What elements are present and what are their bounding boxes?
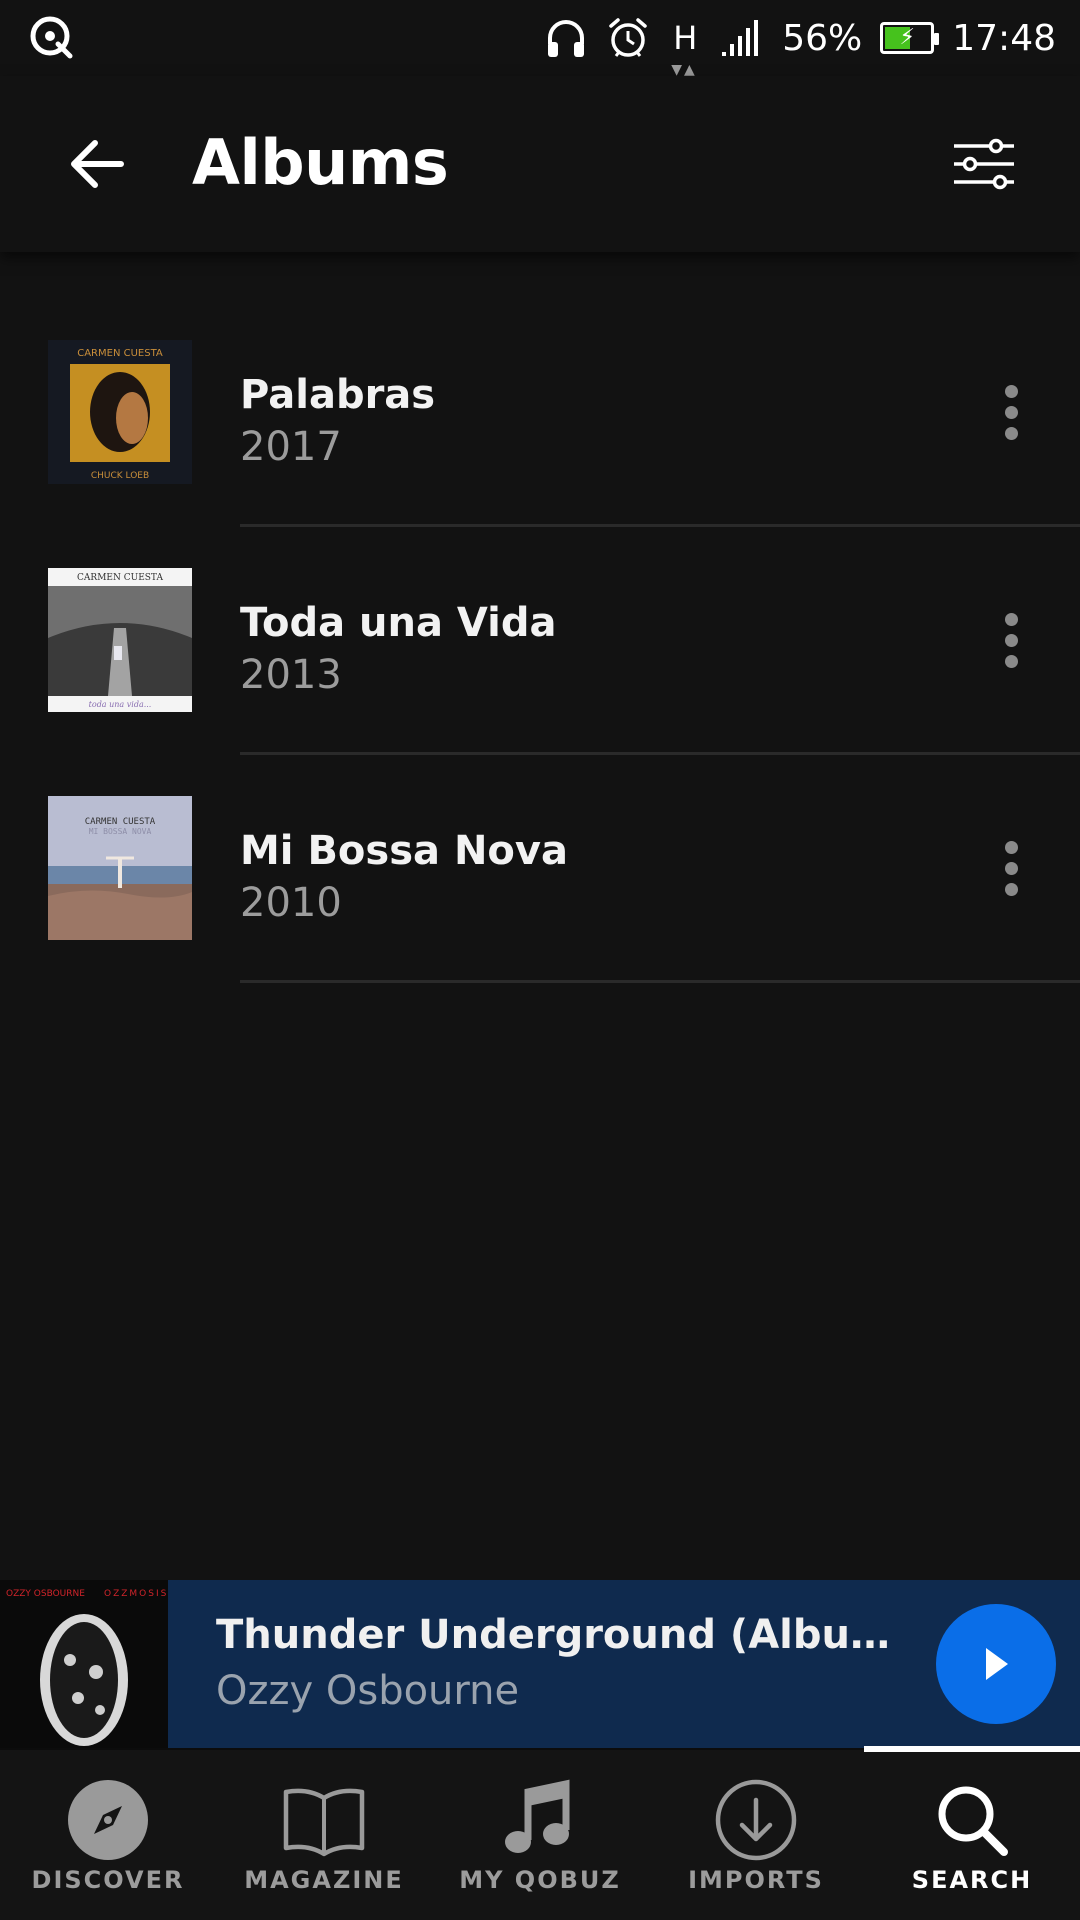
play-button[interactable] xyxy=(936,1604,1056,1724)
network-h-icon: H ▼▲ xyxy=(671,19,698,78)
nav-label: SEARCH xyxy=(911,1866,1033,1894)
compass-icon xyxy=(66,1778,150,1862)
download-circle-icon xyxy=(714,1778,798,1862)
album-title: Mi Bossa Nova xyxy=(240,828,568,874)
app-bar: Albums xyxy=(0,76,1080,252)
play-icon xyxy=(986,1648,1008,1680)
nav-search[interactable]: SEARCH xyxy=(864,1746,1080,1920)
now-playing-title: Thunder Underground (Album Versi… xyxy=(216,1612,916,1658)
nav-magazine[interactable]: MAGAZINE xyxy=(216,1750,432,1920)
nav-label: IMPORTS xyxy=(688,1866,824,1894)
music-note-icon xyxy=(498,1778,582,1862)
album-title: Palabras xyxy=(240,372,436,418)
filter-sliders-icon xyxy=(954,138,1014,190)
album-item[interactable]: CARMEN CUESTA MI BOSSA NOVA Mi Bossa Nov… xyxy=(0,796,1080,1024)
svg-text:OZZMOSIS: OZZMOSIS xyxy=(104,1589,168,1599)
now-playing-artist: Ozzy Osbourne xyxy=(216,1668,520,1714)
now-playing-cover: OZZY OSBOURNE OZZMOSIS xyxy=(0,1580,168,1748)
alarm-icon xyxy=(606,13,650,63)
qobuz-app-icon xyxy=(24,10,80,66)
album-title: Toda una Vida xyxy=(240,600,557,646)
nav-my-qobuz[interactable]: MY QOBUZ xyxy=(432,1750,648,1920)
album-year: 2013 xyxy=(240,652,342,698)
open-book-icon xyxy=(282,1778,366,1862)
album-list: CARMEN CUESTA CHUCK LOEB Palabras 2017 C… xyxy=(0,340,1080,1024)
mini-player[interactable]: OZZY OSBOURNE OZZMOSIS Thunder Undergrou… xyxy=(0,1580,1080,1748)
divider xyxy=(240,524,1080,527)
album-cover: CARMEN CUESTA CHUCK LOEB xyxy=(48,340,192,484)
nav-label: MAGAZINE xyxy=(244,1866,404,1894)
divider xyxy=(240,980,1080,983)
status-bar: H ▼▲ 56% ⚡ 17:48 xyxy=(0,0,1080,78)
nav-label: MY QOBUZ xyxy=(459,1866,621,1894)
nav-imports[interactable]: IMPORTS xyxy=(648,1750,864,1920)
nav-discover[interactable]: DISCOVER xyxy=(0,1750,216,1920)
album-cover: CARMEN CUESTA toda una vida... xyxy=(48,568,192,712)
more-options-button[interactable] xyxy=(986,362,1036,462)
headphones-icon xyxy=(544,13,588,63)
bottom-navigation: DISCOVER MAGAZINE MY QOBUZ IMPORTS SEARC… xyxy=(0,1746,1080,1920)
svg-text:OZZY OSBOURNE: OZZY OSBOURNE xyxy=(6,1589,85,1599)
svg-text:CARMEN CUESTA: CARMEN CUESTA xyxy=(77,348,163,359)
svg-text:CARMEN CUESTA: CARMEN CUESTA xyxy=(77,573,163,583)
more-vert-icon xyxy=(1004,384,1018,398)
search-icon xyxy=(930,1778,1014,1862)
svg-text:CHUCK LOEB: CHUCK LOEB xyxy=(91,471,149,481)
album-item[interactable]: CARMEN CUESTA toda una vida... Toda una … xyxy=(0,568,1080,796)
album-item[interactable]: CARMEN CUESTA CHUCK LOEB Palabras 2017 xyxy=(0,340,1080,568)
divider xyxy=(240,752,1080,755)
battery-charging-icon: ⚡ xyxy=(880,22,940,54)
signal-icon xyxy=(720,13,764,63)
page-title: Albums xyxy=(192,126,449,200)
album-year: 2010 xyxy=(240,880,342,926)
more-options-button[interactable] xyxy=(986,590,1036,690)
nav-label: DISCOVER xyxy=(31,1866,185,1894)
svg-text:toda una vida...: toda una vida... xyxy=(89,700,152,709)
more-vert-icon xyxy=(1004,840,1018,854)
back-button[interactable] xyxy=(62,129,132,199)
back-arrow-icon xyxy=(71,140,124,188)
svg-text:MI BOSSA NOVA: MI BOSSA NOVA xyxy=(89,827,152,836)
clock: 17:48 xyxy=(952,17,1056,59)
album-cover: CARMEN CUESTA MI BOSSA NOVA xyxy=(48,796,192,940)
album-year: 2017 xyxy=(240,424,342,470)
more-vert-icon xyxy=(1004,612,1018,626)
battery-percent: 56% xyxy=(782,17,863,59)
more-options-button[interactable] xyxy=(986,818,1036,918)
svg-text:CARMEN CUESTA: CARMEN CUESTA xyxy=(85,817,156,827)
filter-button[interactable] xyxy=(944,129,1024,199)
